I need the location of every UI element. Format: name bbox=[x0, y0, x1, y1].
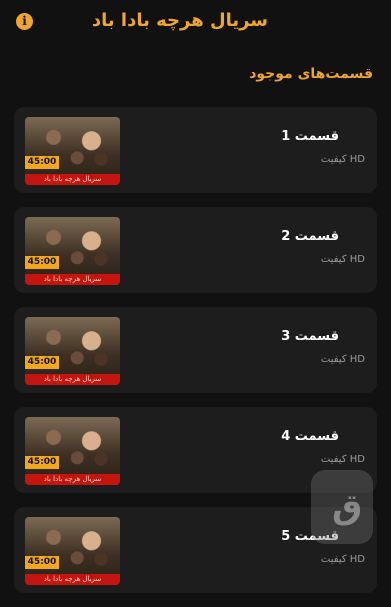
thumbnail-banner: سریال هرچه بادا باد bbox=[25, 474, 120, 485]
thumbnail-banner: سریال هرچه بادا باد bbox=[25, 174, 120, 185]
episode-quality: HD کیفیت bbox=[320, 254, 365, 265]
episode-title: قسمت 4 bbox=[281, 429, 339, 444]
duration-badge: 45:00 bbox=[25, 356, 59, 369]
thumbnail-banner: سریال هرچه بادا باد bbox=[25, 374, 120, 385]
episode-thumbnail[interactable]: 45:00 سریال هرچه بادا باد bbox=[25, 217, 120, 285]
episode-quality: HD کیفیت bbox=[320, 154, 365, 165]
duration-badge: 45:00 bbox=[25, 156, 59, 169]
thumbnail-banner: سریال هرچه بادا باد bbox=[25, 574, 120, 585]
episode-title: قسمت 1 bbox=[281, 129, 339, 144]
app-bar: i سریال هرچه بادا باد bbox=[0, 0, 391, 44]
episode-title: قسمت 3 bbox=[281, 329, 339, 344]
episode-quality: HD کیفیت bbox=[320, 454, 365, 465]
info-icon[interactable]: i bbox=[16, 13, 33, 30]
episode-card[interactable]: 45:00 سریال هرچه بادا باد قسمت 1 HD کیفی… bbox=[14, 107, 377, 193]
episode-card[interactable]: 45:00 سریال هرچه بادا باد قسمت 2 HD کیفی… bbox=[14, 207, 377, 293]
duration-badge: 45:00 bbox=[25, 456, 59, 469]
thumbnail-banner: سریال هرچه بادا باد bbox=[25, 274, 120, 285]
episode-quality: HD کیفیت bbox=[320, 554, 365, 565]
episode-title: قسمت 2 bbox=[281, 229, 339, 244]
scroll-handle-icon: ق bbox=[332, 487, 363, 527]
episode-thumbnail[interactable]: 45:00 سریال هرچه بادا باد bbox=[25, 317, 120, 385]
episode-thumbnail[interactable]: 45:00 سریال هرچه بادا باد bbox=[25, 417, 120, 485]
section-title: قسمت‌های موجود bbox=[249, 66, 373, 82]
duration-badge: 45:00 bbox=[25, 556, 59, 569]
duration-badge: 45:00 bbox=[25, 256, 59, 269]
scroll-handle[interactable]: ق bbox=[311, 470, 373, 544]
episode-card[interactable]: 45:00 سریال هرچه بادا باد قسمت 3 HD کیفی… bbox=[14, 307, 377, 393]
episode-quality: HD کیفیت bbox=[320, 354, 365, 365]
episode-thumbnail[interactable]: 45:00 سریال هرچه بادا باد bbox=[25, 517, 120, 585]
app-title: سریال هرچه بادا باد bbox=[91, 10, 268, 31]
episode-thumbnail[interactable]: 45:00 سریال هرچه بادا باد bbox=[25, 117, 120, 185]
